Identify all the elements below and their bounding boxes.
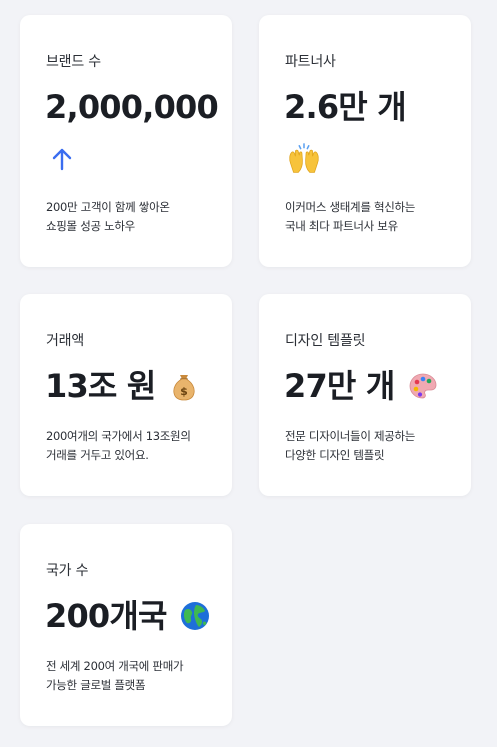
stat-label: 거래액 [46,333,85,349]
stat-label: 파트너사 [285,54,336,70]
stat-label: 국가 수 [46,563,89,579]
arrow-up-icon [52,148,72,171]
stat-description: 전문 디자이너들이 제공하는 다양한 디자인 템플릿 [285,429,416,462]
globe-icon [180,602,209,630]
stat-value: 2.6만 개 [284,88,407,126]
svg-text:$: $ [180,385,188,398]
stat-value: 13조 원 [45,367,156,405]
stat-description: 이커머스 생태계를 혁신하는 국내 최다 파트너사 보유 [285,200,416,233]
stat-value: 2,000,000 [45,88,219,126]
stat-card-partners: 파트너사 2.6만 개 이커머스 생태계를 혁신하는 국내 최다 파트너사 보유 [259,15,471,267]
money-bag-icon: $ [172,375,195,401]
raising-hands-icon [289,143,319,173]
stat-description: 200여개의 국가에서 13조원의 거래를 거두고 있어요. [46,429,191,462]
stat-description: 200만 고객이 함께 쌓아온 쇼핑몰 성공 노하우 [46,200,170,233]
stat-card-countries: 국가 수 200개국 전 세계 200여 개국에 판매가 가능한 글로벌 플랫폼 [20,524,232,726]
stat-description: 전 세계 200여 개국에 판매가 가능한 글로벌 플랫폼 [46,659,184,692]
stat-card-transaction-volume: 거래액 13조 원 $ 200여개의 국가에서 13조원의 거래를 거두고 있어… [20,294,232,496]
stat-value: 27만 개 [284,367,395,405]
stat-label: 브랜드 수 [46,54,101,70]
stat-value: 200개국 [45,597,167,635]
stat-card-brands: 브랜드 수 2,000,000 200만 고객이 함께 쌓아온 쇼핑몰 성공 노… [20,15,232,267]
stat-card-design-templates: 디자인 템플릿 27만 개 전문 디자이너들이 제공하는 다양한 디자인 템플릿 [259,294,471,496]
artist-palette-icon [409,373,436,399]
stat-label: 디자인 템플릿 [285,333,366,349]
